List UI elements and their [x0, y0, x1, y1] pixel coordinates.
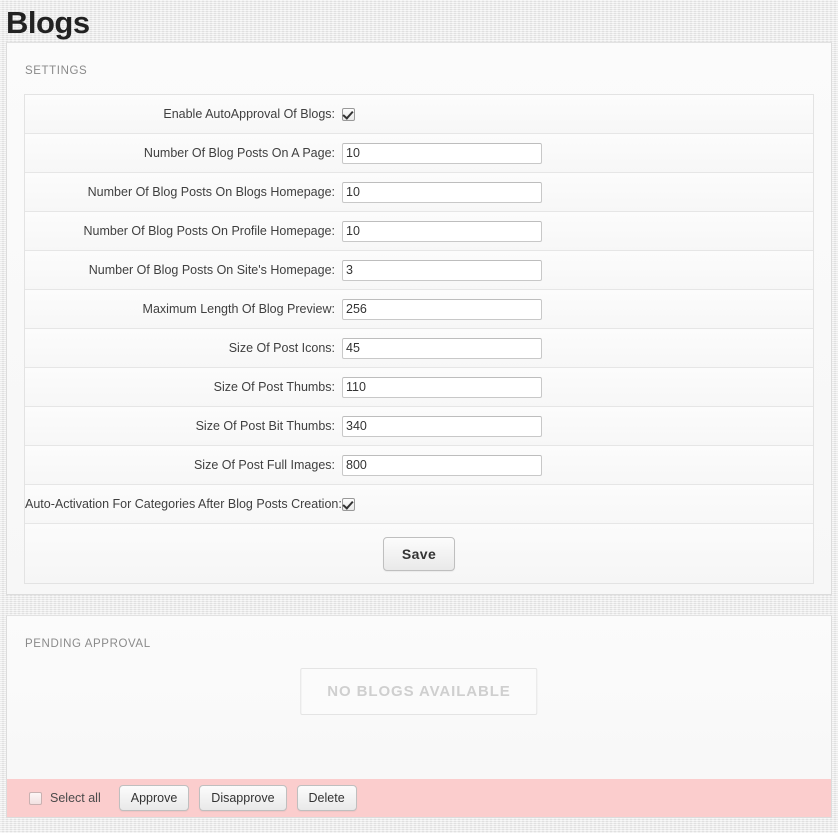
settings-row-field [342, 298, 813, 320]
save-button[interactable]: Save [382, 536, 456, 571]
settings-row: Size Of Post Thumbs: [25, 368, 813, 407]
settings-table: Enable AutoApproval Of Blogs: Number Of B… [24, 94, 814, 584]
settings-row: Number Of Blog Posts On Profile Homepage… [25, 212, 813, 251]
settings-text-input[interactable] [342, 337, 542, 359]
settings-checkbox[interactable] [342, 107, 355, 121]
settings-row-label: Number Of Blog Posts On Site's Homepage: [88, 263, 335, 277]
select-all-control[interactable]: Select all [29, 791, 101, 805]
settings-row-field [342, 415, 813, 437]
settings-row-field [342, 497, 813, 511]
settings-row-field [342, 376, 813, 398]
pending-body: PENDING APPROVAL NO BLOGS AVAILABLE [7, 616, 831, 779]
settings-heading: SETTINGS [25, 65, 88, 77]
delete-button[interactable]: Delete [296, 785, 357, 811]
settings-text-input[interactable] [342, 415, 542, 437]
settings-row-label: Size Of Post Thumbs: [213, 380, 335, 394]
settings-row: Enable AutoApproval Of Blogs: [25, 95, 813, 134]
empty-state-message: NO BLOGS AVAILABLE [300, 668, 538, 715]
settings-text-input[interactable] [342, 220, 542, 242]
settings-row: Number Of Blog Posts On Site's Homepage: [25, 251, 813, 290]
settings-row-label: Number Of Blog Posts On Profile Homepage… [83, 224, 335, 238]
settings-row-label: Maximum Length Of Blog Preview: [142, 302, 335, 316]
settings-row: Size Of Post Bit Thumbs: [25, 407, 813, 446]
settings-panel: SETTINGS Enable AutoApproval Of Blogs: Nu… [6, 42, 832, 595]
settings-text-input[interactable] [342, 454, 542, 476]
settings-row-label: Size Of Post Bit Thumbs: [195, 419, 335, 433]
approve-button[interactable]: Approve [118, 785, 190, 811]
page-title: Blogs [6, 5, 90, 40]
settings-row-label: Size Of Post Icons: [228, 341, 335, 355]
settings-row: Size Of Post Full Images: [25, 446, 813, 485]
settings-row: Size Of Post Icons: [25, 329, 813, 368]
settings-row-label: Size Of Post Full Images: [193, 458, 335, 472]
settings-row-field [342, 259, 813, 281]
settings-row: Number Of Blog Posts On Blogs Homepage: [25, 173, 813, 212]
settings-text-input[interactable] [342, 298, 542, 320]
settings-row-label: Enable AutoApproval Of Blogs: [163, 107, 335, 121]
settings-row-field [342, 454, 813, 476]
settings-row-field [342, 142, 813, 164]
select-all-label: Select all [50, 791, 101, 805]
settings-row: Auto-Activation For Categories After Blo… [25, 485, 813, 524]
settings-row-field [342, 337, 813, 359]
settings-text-input[interactable] [342, 259, 542, 281]
settings-row-field [342, 220, 813, 242]
settings-text-input[interactable] [342, 376, 542, 398]
settings-text-input[interactable] [342, 142, 542, 164]
pending-approval-panel: PENDING APPROVAL NO BLOGS AVAILABLE Sele… [6, 615, 832, 818]
settings-save-row: Save [25, 524, 813, 584]
settings-row-label: Number Of Blog Posts On Blogs Homepage: [87, 185, 335, 199]
disapprove-button[interactable]: Disapprove [199, 785, 287, 811]
settings-row: Number Of Blog Posts On A Page: [25, 134, 813, 173]
settings-row-field [342, 107, 813, 121]
pending-footer-toolbar: Select all Approve Disapprove Delete [7, 779, 831, 817]
settings-text-input[interactable] [342, 181, 542, 203]
settings-checkbox[interactable] [342, 497, 355, 511]
pending-heading: PENDING APPROVAL [25, 638, 151, 650]
settings-row-label: Number Of Blog Posts On A Page: [143, 146, 335, 160]
settings-row-label: Auto-Activation For Categories After Blo… [25, 497, 342, 511]
settings-row: Maximum Length Of Blog Preview: [25, 290, 813, 329]
select-all-checkbox[interactable] [29, 791, 42, 805]
settings-row-field [342, 181, 813, 203]
